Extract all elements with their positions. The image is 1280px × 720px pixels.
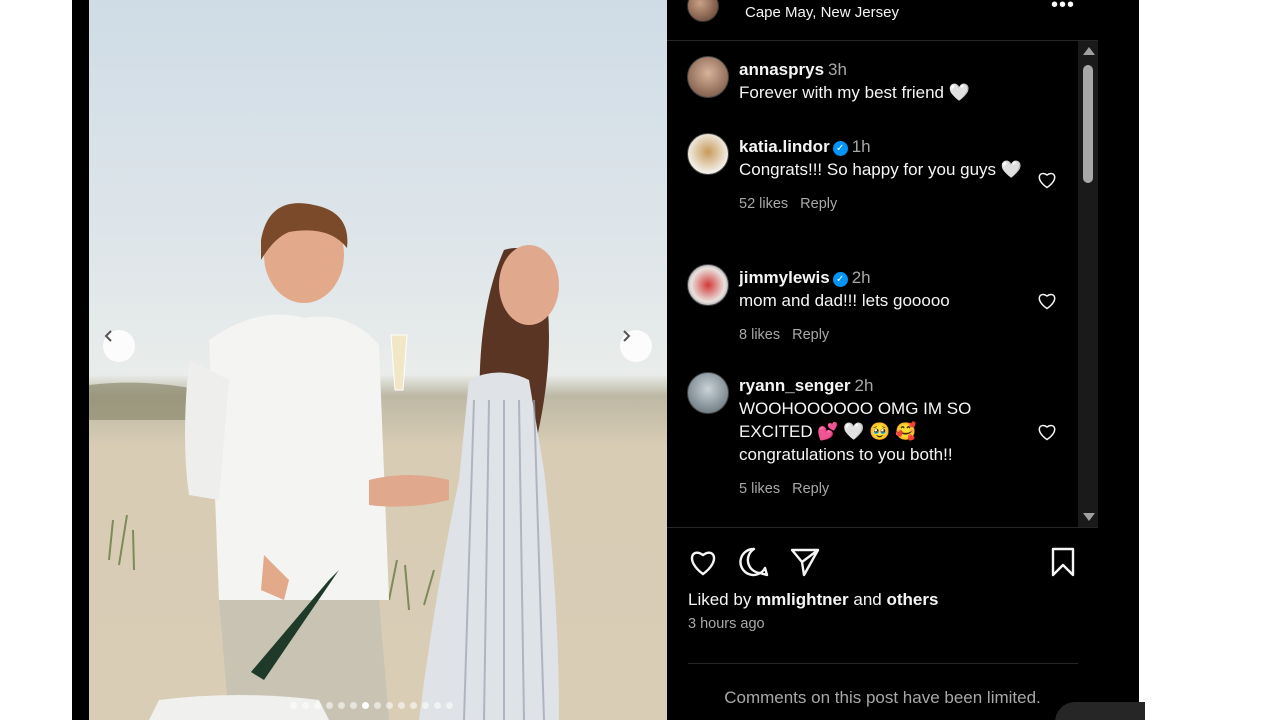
send-icon[interactable] (789, 546, 821, 578)
more-options-icon[interactable]: ••• (1051, 0, 1075, 17)
reply-button[interactable]: Reply (800, 196, 837, 212)
like-comment-heart-icon[interactable] (1037, 170, 1057, 190)
comment-username[interactable]: annasprys (739, 60, 824, 79)
comment-text: Congrats!!! So happy for you guys 🤍 (739, 160, 1022, 179)
comment-time: 1h (851, 137, 871, 156)
comments-limited-notice: Comments on this post have been limited. (724, 688, 1041, 707)
previous-photo-button[interactable] (103, 330, 135, 362)
like-comment-heart-icon[interactable] (1037, 291, 1057, 311)
comment-likes[interactable]: 8 likes (739, 327, 780, 343)
comment-text: WOOHOOOOOO OMG IM SO EXCITED 💕 🤍 🥹 🥰 con… (739, 399, 972, 464)
bookmark-icon[interactable] (1047, 546, 1079, 578)
carousel-dot (446, 702, 453, 709)
comment-username[interactable]: ryann_senger (739, 376, 851, 395)
liked-prefix: Liked by (688, 590, 752, 609)
messages-tab-edge[interactable] (1055, 702, 1145, 720)
carousel-dot (314, 702, 321, 709)
post-location[interactable]: Cape May, New Jersey (745, 4, 899, 21)
avatar[interactable] (687, 372, 729, 414)
carousel-dot (374, 702, 381, 709)
verified-badge-icon: ✓ (832, 141, 848, 156)
liked-others-link[interactable]: others (886, 590, 938, 609)
carousel-dot (350, 702, 357, 709)
carousel-dot (422, 702, 429, 709)
carousel-dot (290, 702, 297, 709)
comment-text: Forever with my best friend 🤍 (739, 83, 970, 102)
author-avatar[interactable] (687, 0, 719, 22)
next-photo-button[interactable] (620, 330, 652, 362)
comment-icon[interactable] (738, 546, 770, 578)
carousel-dot (398, 702, 405, 709)
comment-username[interactable]: katia.lindor (739, 137, 830, 156)
divider (688, 663, 1078, 664)
post-photo (89, 0, 667, 720)
scroll-down-arrow-icon[interactable] (1083, 513, 1095, 521)
comment-time: 2h (854, 376, 874, 395)
avatar[interactable] (687, 133, 729, 175)
carousel-dot (434, 702, 441, 709)
post-timestamp[interactable]: 3 hours ago (688, 616, 765, 632)
scroll-up-arrow-icon[interactable] (1083, 47, 1095, 55)
comment-text: mom and dad!!! lets gooooo (739, 291, 950, 310)
avatar[interactable] (687, 56, 729, 98)
carousel-dot (410, 702, 417, 709)
engagement-photo-illustration (89, 203, 559, 720)
liked-user-link[interactable]: mmlightner (756, 590, 849, 609)
post-header: Cape May, New Jersey ••• (667, 0, 1098, 41)
comment-time: 2h (851, 268, 871, 287)
comment-likes[interactable]: 5 likes (739, 481, 780, 497)
heart-icon[interactable] (687, 546, 719, 578)
reply-button[interactable]: Reply (792, 327, 829, 343)
comments-list: annasprys 3h Forever with my best friend … (667, 41, 1078, 527)
comment-likes[interactable]: 52 likes (739, 196, 788, 212)
post-side-panel: Cape May, New Jersey ••• annasprys 3h For… (667, 0, 1098, 720)
comment-username[interactable]: jimmylewis (739, 268, 830, 287)
carousel-dot (326, 702, 333, 709)
avatar[interactable] (687, 264, 729, 306)
carousel-dot (362, 702, 369, 709)
scroll-thumb[interactable] (1083, 65, 1093, 183)
liked-and: and (853, 590, 882, 609)
like-comment-heart-icon[interactable] (1037, 422, 1057, 442)
carousel-dot (338, 702, 345, 709)
liked-by-text: Liked by mmlightner and others (688, 590, 938, 610)
chevron-right-icon (623, 330, 631, 342)
carousel-indicator (290, 702, 453, 709)
carousel-dot (386, 702, 393, 709)
post-actions: Liked by mmlightner and others 3 hours a… (667, 527, 1098, 720)
chevron-left-icon (104, 330, 112, 342)
comments-scrollbar[interactable] (1078, 41, 1098, 527)
comment-time: 3h (828, 60, 847, 79)
verified-badge-icon: ✓ (832, 272, 848, 287)
reply-button[interactable]: Reply (792, 481, 829, 497)
carousel-dot (302, 702, 309, 709)
